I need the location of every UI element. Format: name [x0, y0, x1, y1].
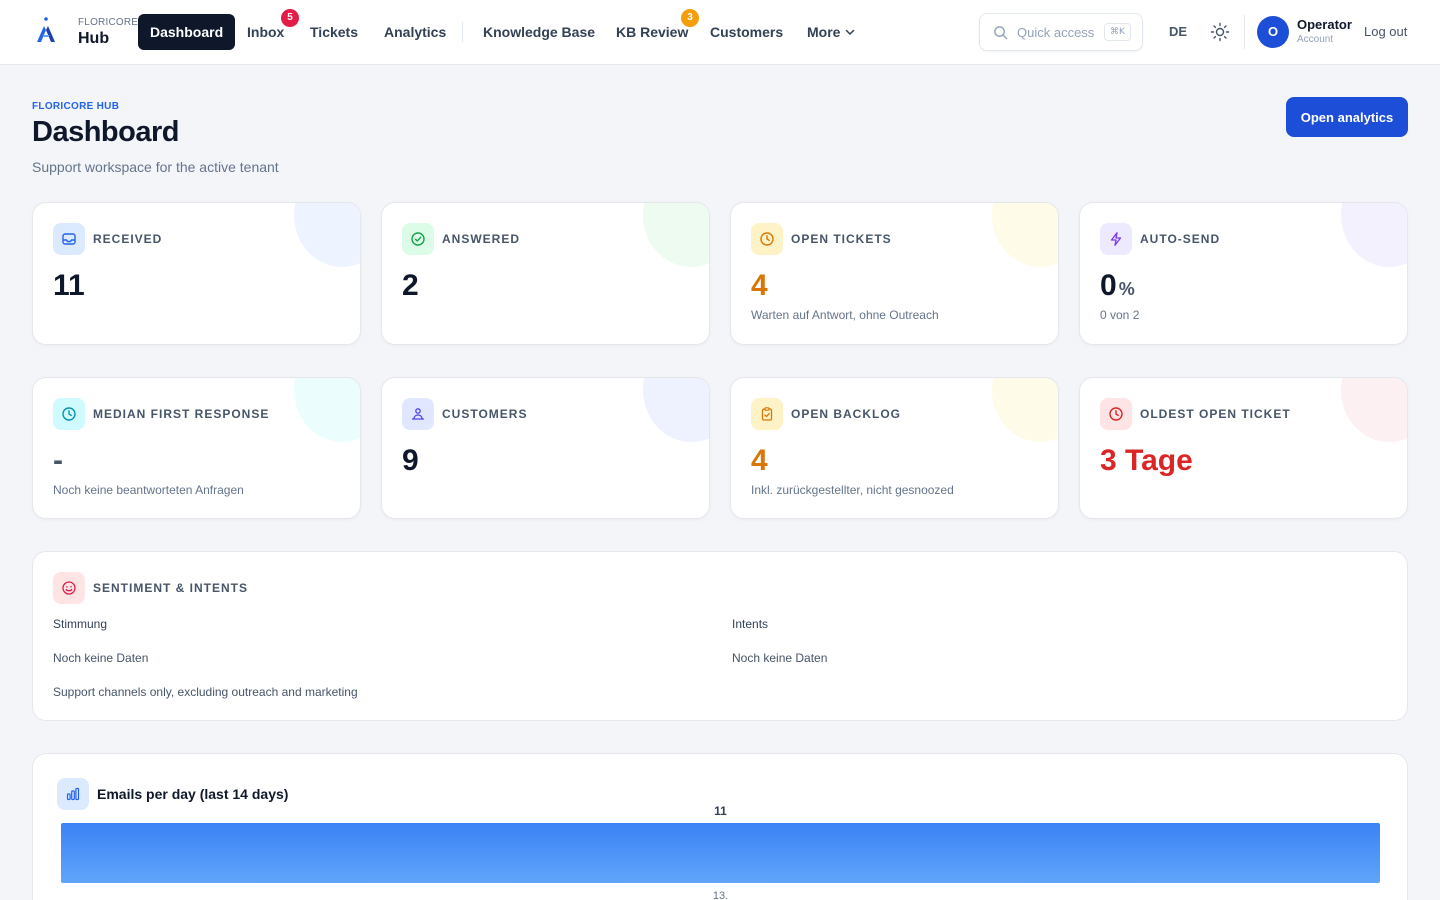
chart-bar[interactable] — [61, 823, 1380, 883]
card-decoration — [294, 203, 360, 267]
stat-caption: Noch keine beantworteten Anfragen — [53, 483, 244, 497]
user-role: Account — [1297, 34, 1334, 45]
card-icon-box — [751, 223, 783, 255]
card-icon-box — [751, 398, 783, 430]
clipboard-check-icon — [761, 407, 773, 421]
language-switcher[interactable]: DE — [1169, 24, 1187, 39]
stat-label: OPEN TICKETS — [791, 232, 892, 246]
search-icon — [994, 26, 1008, 40]
card-decoration — [643, 203, 709, 267]
nav-analytics[interactable]: Analytics — [384, 14, 446, 50]
stat-card-customers[interactable]: CUSTOMERS 9 — [381, 377, 710, 519]
chevron-down-icon[interactable] — [845, 27, 855, 37]
kb-review-count-badge: 3 — [681, 9, 699, 27]
stat-label: MEDIAN FIRST RESPONSE — [93, 407, 270, 421]
mood-empty-state: Noch keine Daten — [53, 651, 149, 665]
smiley-icon — [62, 581, 76, 595]
card-icon-box — [1100, 398, 1132, 430]
stat-value: 4 — [751, 444, 768, 477]
stat-label: ANSWERED — [442, 232, 521, 246]
nav-inbox[interactable]: Inbox — [247, 14, 284, 50]
emails-per-day-chart: 11 13. — [61, 804, 1380, 900]
logout-button[interactable]: Log out — [1364, 24, 1407, 39]
stat-card-open-tickets[interactable]: OPEN TICKETS 4 Warten auf Antwort, ohne … — [730, 202, 1059, 345]
stat-card-answered[interactable]: ANSWERED 2 — [381, 202, 710, 345]
card-icon-box — [1100, 223, 1132, 255]
stat-label: RECEIVED — [93, 232, 163, 246]
stat-value: 0% — [1100, 269, 1135, 303]
stat-card-open-backlog[interactable]: OPEN BACKLOG 4 Inkl. zurückgestellter, n… — [730, 377, 1059, 519]
brand-logo-icon[interactable] — [34, 16, 58, 46]
sentiment-footnote: Support channels only, excluding outreac… — [53, 685, 358, 699]
clock-icon — [62, 407, 76, 421]
stat-caption: Warten auf Antwort, ohne Outreach — [751, 308, 939, 322]
mood-title: Stimmung — [53, 617, 108, 631]
nav-dashboard[interactable]: Dashboard — [138, 14, 236, 50]
stat-card-received[interactable]: RECEIVED 11 — [32, 202, 361, 345]
stat-caption: Inkl. zurückgestellter, nicht gesnoozed — [751, 483, 954, 497]
stat-label: AUTO-SEND — [1140, 232, 1221, 246]
quick-access-placeholder: Quick access — [1017, 25, 1095, 40]
nav-divider — [462, 22, 463, 42]
stat-value-number: 0 — [1100, 269, 1117, 302]
keyboard-shortcut-hint: ⌘K — [1104, 23, 1131, 41]
quick-access-search[interactable]: Quick access ⌘K — [979, 13, 1143, 51]
stat-value: - — [53, 444, 63, 477]
stat-value: 4 — [751, 269, 768, 302]
card-decoration — [992, 378, 1058, 442]
stat-value: 2 — [402, 269, 419, 302]
stat-value-unit: % — [1118, 279, 1135, 299]
theme-toggle-sun-icon[interactable] — [1210, 22, 1230, 42]
sentiment-intents-panel: SENTIMENT & INTENTS Stimmung Noch keine … — [32, 551, 1408, 721]
stat-value: 9 — [402, 444, 419, 477]
card-icon-box — [402, 398, 434, 430]
nav-customers[interactable]: Customers — [710, 14, 783, 50]
clock-icon — [1109, 407, 1123, 421]
page-eyebrow: FLORICORE HUB — [32, 101, 120, 112]
card-decoration — [294, 378, 360, 442]
card-decoration — [1341, 378, 1407, 442]
user-name[interactable]: Operator — [1297, 17, 1352, 32]
nav-kb-review[interactable]: KB Review — [616, 14, 688, 50]
emails-per-day-chart-panel: Emails per day (last 14 days) 11 13. — [32, 753, 1408, 900]
card-decoration — [643, 378, 709, 442]
user-divider — [1244, 15, 1245, 49]
inbox-count-badge: 5 — [281, 9, 299, 27]
card-icon-box — [53, 398, 85, 430]
lightning-icon — [1110, 232, 1122, 246]
nav-knowledge-base[interactable]: Knowledge Base — [483, 14, 595, 50]
chart-data-label: 11 — [714, 804, 727, 818]
card-icon-box — [53, 223, 85, 255]
nav-more[interactable]: More — [807, 14, 840, 50]
stat-label: CUSTOMERS — [442, 407, 528, 421]
top-navigation: FLORICORE Hub Dashboard Inbox 5 Tickets … — [0, 0, 1440, 65]
open-analytics-button[interactable]: Open analytics — [1286, 97, 1408, 137]
card-decoration — [992, 203, 1058, 267]
avatar[interactable]: O — [1257, 16, 1289, 48]
card-decoration — [1341, 203, 1407, 267]
stat-value: 3 Tage — [1100, 444, 1193, 477]
brand-name[interactable]: Hub — [78, 30, 109, 48]
intents-empty-state: Noch keine Daten — [732, 651, 828, 665]
stat-label: OPEN BACKLOG — [791, 407, 902, 421]
stat-card-median-first-response[interactable]: MEDIAN FIRST RESPONSE - Noch keine beant… — [32, 377, 361, 519]
chart-tick-label: 13. — [713, 890, 728, 900]
stat-card-auto-send[interactable]: AUTO-SEND 0% 0 von 2 — [1079, 202, 1408, 345]
users-icon — [411, 408, 425, 420]
inbox-icon — [62, 233, 76, 245]
page-title: Dashboard — [32, 116, 179, 148]
stat-label: OLDEST OPEN TICKET — [1140, 407, 1291, 421]
stat-caption: 0 von 2 — [1100, 308, 1140, 322]
panel-label: SENTIMENT & INTENTS — [93, 581, 249, 595]
intents-title: Intents — [732, 617, 769, 631]
check-circle-icon — [411, 232, 425, 246]
stat-value: 11 — [53, 269, 85, 302]
card-icon-box — [53, 572, 85, 604]
card-icon-box — [402, 223, 434, 255]
nav-tickets[interactable]: Tickets — [310, 14, 358, 50]
clock-icon — [760, 232, 774, 246]
page-subtitle: Support workspace for the active tenant — [32, 159, 279, 175]
brand-eyebrow: FLORICORE — [78, 17, 139, 28]
stat-card-oldest-open-ticket[interactable]: OLDEST OPEN TICKET 3 Tage — [1079, 377, 1408, 519]
